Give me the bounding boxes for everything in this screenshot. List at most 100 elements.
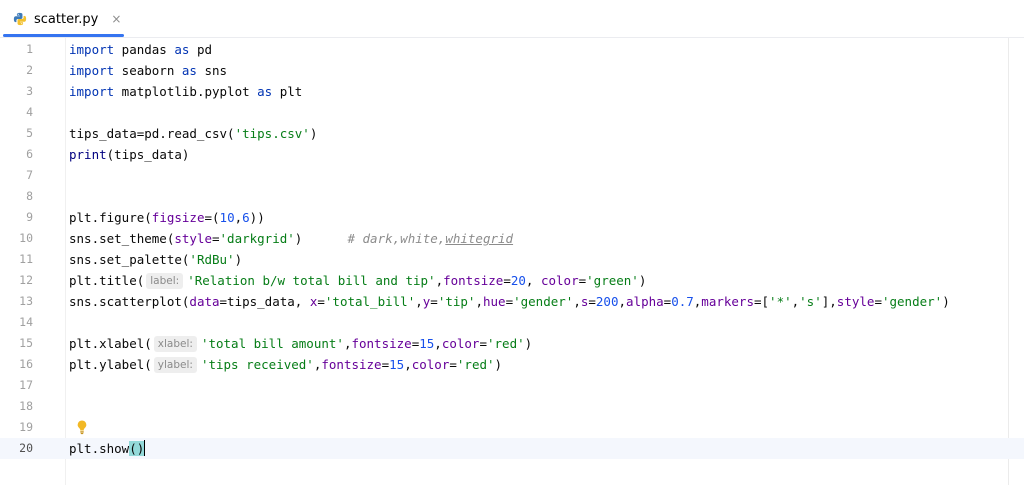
code-text[interactable]: plt.show() [69,438,146,459]
token: = [578,273,587,288]
token: =[ [753,294,770,309]
code-text[interactable]: import matplotlib.pyplot as plt [69,81,302,102]
token: (tips_data) [106,147,190,162]
code-line[interactable]: 9 plt.figure(figsize=(10,6)) [0,207,1024,228]
code-line[interactable]: 15 plt.xlabel(xlabel:'total bill amount'… [0,333,1024,354]
token: ) [638,273,647,288]
code-text[interactable]: import pandas as pd [69,39,212,60]
keyword: as [181,63,197,78]
line-number: 6 [26,147,33,161]
number-literal: 20 [510,273,526,288]
code-editor[interactable]: 1 import pandas as pd 2 import seaborn a… [0,38,1024,485]
token: = [503,273,511,288]
close-icon[interactable]: × [111,12,121,26]
token: , [404,357,412,372]
code-text[interactable]: plt.xlabel(xlabel:'total bill amount', fo… [69,333,532,354]
code-line[interactable]: 1 import pandas as pd [0,39,1024,60]
token: plt.ylabel( [69,357,152,372]
code-line[interactable]: 14 [0,312,1024,333]
keyword-argument: fontsize [321,357,382,372]
string-literal: 'red' [456,357,495,372]
code-text[interactable]: plt.title(label: 'Relation b/w total bill… [69,270,646,291]
code-line[interactable]: 13 sns.scatterplot(data=tips_data, x='to… [0,291,1024,312]
line-number: 20 [19,441,33,455]
number-literal: 15 [389,357,405,372]
line-number: 10 [19,231,33,245]
string-literal: 'green' [586,273,639,288]
token: )) [249,210,265,225]
code-line[interactable]: 12 plt.title(label: 'Relation b/w total b… [0,270,1024,291]
code-text[interactable]: sns.scatterplot(data=tips_data, x='total… [69,291,950,312]
code-line[interactable]: 16 plt.ylabel(ylabel:'tips received', fon… [0,354,1024,375]
line-number: 7 [26,168,33,182]
token: , [573,294,581,309]
code-line[interactable]: 4 [0,102,1024,123]
code-line[interactable]: 11 sns.set_palette('RdBu') [0,249,1024,270]
line-number: 11 [19,252,33,266]
token: = [505,294,514,309]
token: , [618,294,627,309]
lightbulb-icon[interactable] [75,419,89,435]
token: , [415,294,423,309]
keyword-argument: data [189,294,220,309]
code-text[interactable]: tips_data=pd.read_csv('tips.csv') [69,123,317,144]
code-line[interactable]: 5 tips_data=pd.read_csv('tips.csv') [0,123,1024,144]
code-line[interactable]: 6 print(tips_data) [0,144,1024,165]
code-line[interactable]: 7 [0,165,1024,186]
token: = [317,294,325,309]
code-line[interactable]: 17 [0,375,1024,396]
token: matplotlib.pyplot [114,84,258,99]
python-file-icon [13,12,27,26]
token: sns.scatterplot( [69,294,190,309]
token: ) [524,336,533,351]
code-line[interactable]: 19 [0,417,1024,438]
code-text[interactable]: sns.set_theme(style='darkgrid') # dark,w… [69,228,513,249]
line-number: 3 [26,84,33,98]
line-number: 19 [19,420,33,434]
code-line[interactable]: 10 sns.set_theme(style='darkgrid') # dar… [0,228,1024,249]
token: ) [942,294,950,309]
number-literal: 200 [595,294,619,309]
tab-scatter-py[interactable]: scatter.py × [0,0,124,38]
code-text[interactable]: plt.ylabel(ylabel:'tips received', fontsi… [69,354,502,375]
keyword-argument: style [174,231,212,246]
code-text[interactable]: import seaborn as sns [69,60,227,81]
string-literal: 'total_bill' [324,294,416,309]
token: = [588,294,596,309]
string-literal: 'tips received' [200,357,314,372]
code-text[interactable]: print(tips_data) [69,144,189,165]
token: sns.set_theme( [69,231,175,246]
string-literal: 'total bill amount' [200,336,344,351]
token: plt.show [69,441,130,456]
line-number: 14 [19,315,33,329]
string-literal: 'tips.csv' [234,126,310,141]
token: , [434,336,442,351]
keyword-argument: color [441,336,480,351]
token: =tips_data, [219,294,310,309]
parameter-hint: xlabel: [153,336,197,352]
line-number: 12 [19,273,33,287]
keyword-argument: markers [701,294,754,309]
token: , [475,294,483,309]
code-line[interactable]: 2 import seaborn as sns [0,60,1024,81]
token: , [234,210,243,225]
matched-brackets: () [129,441,145,456]
code-text[interactable]: plt.figure(figsize=(10,6)) [69,207,265,228]
editor-tab-bar: scatter.py × [0,0,1024,38]
string-literal: 'Relation b/w total bill and tip' [187,273,436,288]
code-line[interactable]: 8 [0,186,1024,207]
string-literal: 'darkgrid' [219,231,295,246]
text-caret [144,440,146,456]
code-text[interactable]: sns.set_palette('RdBu') [69,249,242,270]
keyword: as [257,84,273,99]
comment-typo: whitegrid [445,231,514,246]
keyword-argument: alpha [626,294,664,309]
line-number: 17 [19,378,33,392]
code-line[interactable]: 3 import matplotlib.pyplot as plt [0,81,1024,102]
keyword-argument: fontsize [351,336,412,351]
token: sns [196,63,228,78]
token: plt [272,84,303,99]
code-line-current[interactable]: 20 plt.show() [0,438,1024,459]
token: = [479,336,487,351]
code-line[interactable]: 18 [0,396,1024,417]
